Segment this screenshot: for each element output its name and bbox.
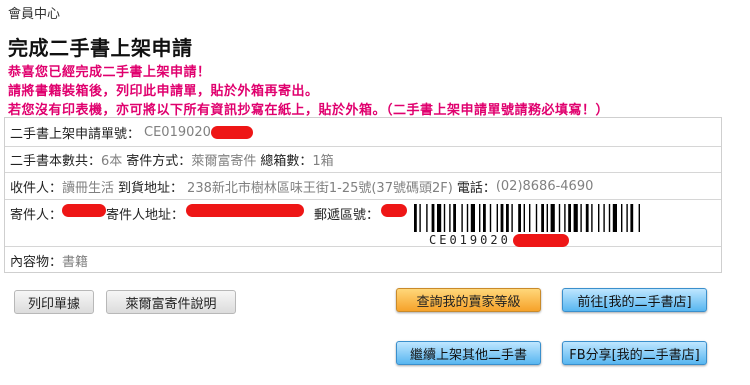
barcode-caption: CE019020 — [429, 233, 569, 247]
book-count-value: 6本 — [101, 154, 123, 169]
recipient-value: 讀冊生活 — [62, 180, 115, 196]
shipment-summary-row: 二手書本數共： 6本 寄件方式： 萊爾富寄件 總箱數： 1箱 — [5, 147, 721, 173]
sender-address-label: 寄件人地址： — [106, 208, 185, 223]
postal-code-label: 郵遞區號： — [314, 208, 380, 223]
recipient-row: 收件人： 讀冊生活 到貨地址： 238新北市樹林區味王街1-25號(37號碼頭2… — [5, 173, 721, 200]
print-button[interactable]: 列印單據 — [14, 290, 94, 314]
book-count-label: 二手書本數共： — [10, 154, 102, 169]
application-number-row: 二手書上架申請單號： CE019020 — [5, 118, 721, 147]
phone-label: 電話： — [456, 180, 496, 196]
instruction-message: 請將書籍裝箱後，列印此申請單，貼於外箱再寄出。 — [8, 84, 319, 99]
contents-value: 書籍 — [62, 254, 89, 270]
redaction-mark — [512, 233, 569, 247]
application-form: 二手書上架申請單號： CE019020 二手書本數共： 6本 寄件方式： 萊爾富… — [4, 117, 722, 273]
success-message: 恭喜您已經完成二手書上架申請！ — [8, 65, 211, 80]
box-count-label: 總箱數： — [260, 154, 313, 169]
ship-method-value: 萊爾富寄件 — [191, 154, 257, 169]
breadcrumb: 會員中心 — [8, 7, 61, 22]
contents-label: 內容物： — [10, 254, 63, 270]
redaction-mark — [62, 204, 107, 217]
sender-row: 寄件人： 寄件人地址： 郵遞區號： CE019020 — [5, 200, 721, 247]
application-number-label: 二手書上架申請單號： — [10, 126, 141, 142]
continue-listing-button[interactable]: 繼續上架其他二手書 — [396, 341, 541, 365]
delivery-address-label: 到貨地址： — [118, 180, 184, 196]
ship-method-label: 寄件方式： — [126, 154, 192, 169]
goto-my-shop-button[interactable]: 前往[我的二手書店] — [562, 288, 707, 312]
phone-value: (02)8686-4690 — [495, 178, 594, 194]
recipient-label: 收件人： — [10, 180, 63, 196]
hilife-shipping-info-button[interactable]: 萊爾富寄件說明 — [106, 290, 236, 314]
seller-level-button[interactable]: 查詢我的賣家等級 — [396, 288, 541, 312]
barcode-number: CE019020 — [429, 233, 511, 247]
delivery-address-value: 238新北市樹林區味王街1-25號(37號碼頭2F) — [187, 180, 453, 196]
barcode-graphic — [414, 204, 640, 232]
contents-row: 內容物： 書籍 — [5, 247, 721, 273]
fb-share-button[interactable]: FB分享[我的二手書店] — [562, 341, 707, 365]
box-count-value: 1箱 — [312, 154, 334, 169]
sender-label: 寄件人： — [10, 208, 63, 223]
redaction-mark — [186, 204, 305, 217]
no-printer-message: 若您沒有印表機，亦可將以下所有資訊抄寫在紙上，貼於外箱。（二手書上架申請單號請務… — [8, 103, 610, 118]
redaction-mark — [210, 125, 253, 139]
page-title: 完成二手書上架申請 — [8, 36, 193, 60]
application-number-value: CE019020 — [144, 124, 211, 140]
redaction-mark — [381, 204, 408, 217]
